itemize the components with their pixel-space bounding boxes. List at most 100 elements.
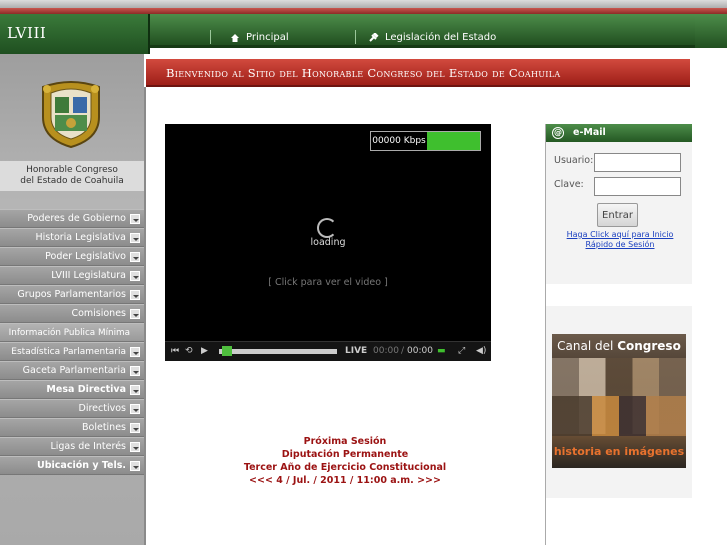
- org-name-line1: Honorable Congreso: [26, 165, 118, 175]
- sidebar-item-informacion[interactable]: Información Publica Mínima: [0, 323, 144, 342]
- sidebar-item-ligas[interactable]: Ligas de Interés: [0, 437, 144, 456]
- time-total: 00:00: [407, 346, 433, 356]
- canal-title: Canal del Congreso: [552, 339, 686, 353]
- sidebar-item-mesa[interactable]: Mesa Directiva: [0, 380, 144, 399]
- sidebar-menu: Poderes de Gobierno Historia Legislativa…: [0, 209, 144, 475]
- sidebar-item-label: Poder Legislativo: [45, 251, 126, 262]
- sidebar-item-directivos[interactable]: Directivos: [0, 399, 144, 418]
- chevron-down-icon: [130, 309, 140, 319]
- welcome-banner: Bienvenido al Sitio del Honorable Congre…: [146, 59, 690, 87]
- sidebar-item-label: Estadística Parlamentaria: [11, 346, 126, 357]
- sidebar-item-lviii[interactable]: LVIII Legislatura: [0, 266, 144, 285]
- home-icon: [231, 33, 239, 42]
- canal-title-prefix: Canal del: [557, 339, 614, 353]
- session-title: Próxima Sesión: [303, 436, 387, 447]
- sidebar-item-comisiones[interactable]: Comisiones: [0, 304, 144, 323]
- email-header: @ e-Mail: [546, 124, 692, 142]
- chevron-down-icon: [130, 442, 140, 452]
- sidebar: Honorable Congreso del Estado de Coahuil…: [0, 54, 144, 545]
- chevron-down-icon: [130, 366, 140, 376]
- photo-collage: [552, 396, 686, 436]
- chevron-down-icon: [130, 461, 140, 471]
- nav-principal[interactable]: Principal: [230, 32, 289, 43]
- chevron-down-icon: [130, 271, 140, 281]
- sidebar-item-poder-legislativo[interactable]: Poder Legislativo: [0, 247, 144, 266]
- chevron-down-icon: [130, 233, 140, 243]
- canal-subtitle: historia en imágenes: [553, 445, 685, 458]
- chevron-down-icon: [130, 347, 140, 357]
- play-video-link[interactable]: [ Click para ver el video ]: [165, 277, 491, 288]
- sidebar-item-label: Boletines: [82, 422, 126, 433]
- fullscreen-icon[interactable]: ⤢: [458, 346, 465, 356]
- sidebar-item-boletines[interactable]: Boletines: [0, 418, 144, 437]
- nav-legislacion[interactable]: Legislación del Estado: [368, 32, 496, 43]
- top-nav: Principal Legislación del Estado: [150, 14, 695, 48]
- email-header-label: e-Mail: [573, 127, 606, 138]
- org-name: Honorable Congreso del Estado de Coahuil…: [0, 161, 144, 191]
- sidebar-item-label: Comisiones: [71, 308, 126, 319]
- sidebar-item-label: LVIII Legislatura: [51, 270, 126, 281]
- sidebar-item-ubicacion[interactable]: Ubicación y Tels.: [0, 456, 144, 475]
- user-label: Usuario:: [554, 155, 594, 166]
- time-separator: /: [401, 346, 405, 356]
- sidebar-item-estadistica[interactable]: Estadística Parlamentaria: [0, 342, 144, 361]
- quick-login-link[interactable]: Haga Click aquí para Inicio Rápido de Se…: [560, 230, 680, 250]
- nav-legislacion-label: Legislación del Estado: [385, 32, 497, 43]
- chevron-down-icon: [130, 214, 140, 224]
- progress-bar[interactable]: [219, 349, 337, 354]
- user-field[interactable]: [594, 153, 681, 172]
- nav-separator: [355, 30, 356, 44]
- nav-right-cap: [695, 14, 727, 48]
- sidebar-item-label: Gaceta Parlamentaria: [22, 365, 126, 376]
- loading-spinner-icon: [317, 218, 337, 238]
- password-field[interactable]: [594, 177, 681, 196]
- quality-icon[interactable]: ▬: [437, 346, 446, 356]
- time-current: 00:00: [373, 346, 399, 356]
- sidebar-item-poderes[interactable]: Poderes de Gobierno: [0, 209, 144, 228]
- canal-box: Canal del Congreso historia en imágenes: [546, 306, 692, 498]
- sidebar-item-label: Historia Legislativa: [35, 232, 126, 243]
- chevron-down-icon: [130, 423, 140, 433]
- chevron-down-icon: [130, 290, 140, 300]
- sidebar-item-label: Grupos Parlamentarios: [17, 289, 126, 300]
- page: LVIII LEGISLATURA Principal Legislación …: [0, 0, 727, 545]
- nav-separator: [210, 30, 211, 44]
- gavel-icon: [369, 32, 379, 42]
- loading-label: loading: [310, 237, 346, 248]
- volume-icon[interactable]: ◀): [476, 346, 486, 356]
- bitrate-label: 00000 Kbps: [371, 132, 427, 150]
- video-controls: ⏮ ⟲ ▶ LIVE 00:00 / 00:00 ▬ ⤢ ◀): [165, 341, 491, 361]
- sidebar-item-label: Directivos: [78, 403, 126, 414]
- chevron-down-icon: [130, 385, 140, 395]
- login-button[interactable]: Entrar: [597, 203, 638, 227]
- progress-handle[interactable]: [222, 346, 232, 356]
- next-session: Próxima Sesión Diputación Permanente Ter…: [225, 435, 465, 487]
- coat-of-arms-logo: [42, 81, 100, 149]
- sidebar-item-label: Mesa Directiva: [46, 384, 126, 395]
- org-name-line2: del Estado de Coahuila: [20, 176, 124, 186]
- video-player[interactable]: 00000 Kbps loading [ Click para ver el v…: [165, 124, 491, 361]
- sidebar-item-label: Ligas de Interés: [50, 441, 126, 452]
- chevron-down-icon: [130, 252, 140, 262]
- chevron-down-icon: [130, 404, 140, 414]
- back-icon[interactable]: ⟲: [185, 346, 193, 356]
- password-label: Clave:: [554, 179, 584, 190]
- legislature-title: LVIII LEGISLATURA: [0, 14, 150, 80]
- email-login-box: Usuario: Clave: Entrar Haga Click aquí p…: [546, 142, 692, 284]
- canal-congreso-banner[interactable]: Canal del Congreso historia en imágenes: [552, 334, 686, 468]
- play-icon[interactable]: ▶: [201, 346, 208, 356]
- session-period: Tercer Año de Ejercicio Constitucional: [243, 462, 447, 473]
- session-type: Diputación Permanente: [281, 449, 409, 460]
- nav-principal-label: Principal: [246, 32, 289, 43]
- rewind-icon[interactable]: ⏮: [171, 346, 179, 356]
- session-date: <<< 4 / Jul. / 2011 / 11:00 a.m. >>>: [249, 475, 441, 486]
- sidebar-item-grupos[interactable]: Grupos Parlamentarios: [0, 285, 144, 304]
- sidebar-item-label: Ubicación y Tels.: [37, 460, 126, 471]
- sidebar-item-label: Poderes de Gobierno: [27, 213, 126, 224]
- right-column: @ e-Mail Usuario: Clave: Entrar Haga Clic…: [545, 124, 692, 545]
- at-icon: @: [552, 126, 564, 139]
- sidebar-item-historia[interactable]: Historia Legislativa: [0, 228, 144, 247]
- bitrate-indicator: 00000 Kbps: [370, 131, 481, 151]
- canal-title-bold: Congreso: [617, 339, 681, 353]
- sidebar-item-gaceta[interactable]: Gaceta Parlamentaria: [0, 361, 144, 380]
